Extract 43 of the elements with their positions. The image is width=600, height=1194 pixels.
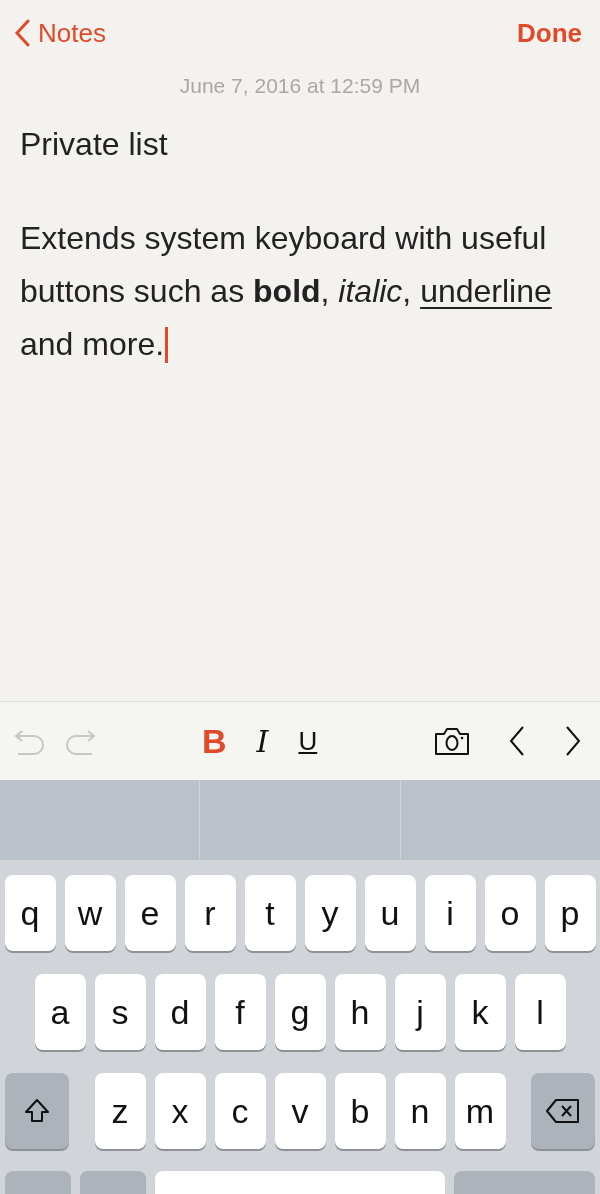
letter-key[interactable]: j [394, 974, 446, 1050]
letter-key[interactable]: k [454, 974, 506, 1050]
shift-icon [23, 1097, 51, 1125]
letter-key[interactable]: v [274, 1073, 326, 1149]
next-icon[interactable] [564, 725, 582, 757]
letter-key[interactable]: s [94, 974, 146, 1050]
letter-key[interactable]: m [454, 1073, 506, 1149]
letter-key[interactable]: e [124, 875, 176, 951]
underline-button[interactable]: U [298, 725, 318, 757]
letter-key[interactable]: p [544, 875, 596, 951]
letter-key[interactable]: z [94, 1073, 146, 1149]
letter-key[interactable]: d [154, 974, 206, 1050]
letter-key[interactable]: n [394, 1073, 446, 1149]
letter-key[interactable]: w [64, 875, 116, 951]
note-date: June 7, 2016 at 12:59 PM [178, 74, 422, 98]
camera-icon[interactable] [434, 726, 470, 756]
bold-button[interactable]: B [202, 721, 227, 761]
done-button[interactable]: Done [517, 17, 582, 49]
note-title: Private list [19, 125, 169, 164]
letter-key[interactable]: y [304, 875, 356, 951]
letter-key[interactable]: q [4, 875, 56, 951]
letter-key[interactable]: i [424, 875, 476, 951]
text-cursor [165, 326, 169, 363]
italic-button[interactable]: I [256, 723, 269, 759]
shift-key[interactable] [5, 1073, 69, 1149]
letter-key[interactable]: o [484, 875, 536, 951]
letter-key[interactable]: r [184, 875, 236, 951]
letter-key[interactable]: t [244, 875, 296, 951]
delete-key[interactable] [531, 1073, 595, 1149]
letter-key[interactable]: b [334, 1073, 386, 1149]
delete-icon [545, 1098, 581, 1124]
letter-key[interactable]: u [364, 875, 416, 951]
chevron-left-icon [14, 19, 30, 47]
letter-key[interactable]: l [514, 974, 566, 1050]
back-button[interactable]: Notes [14, 17, 106, 49]
letter-key[interactable]: g [274, 974, 326, 1050]
letter-key[interactable]: c [214, 1073, 266, 1149]
letter-key[interactable]: h [334, 974, 386, 1050]
letter-key[interactable]: f [214, 974, 266, 1050]
letter-key[interactable]: x [154, 1073, 206, 1149]
previous-icon[interactable] [508, 725, 526, 757]
note-body: Extends system keyboard with useful buttons such as bold, italic, underline and more. [19, 218, 553, 365]
letter-key[interactable]: a [34, 974, 86, 1050]
